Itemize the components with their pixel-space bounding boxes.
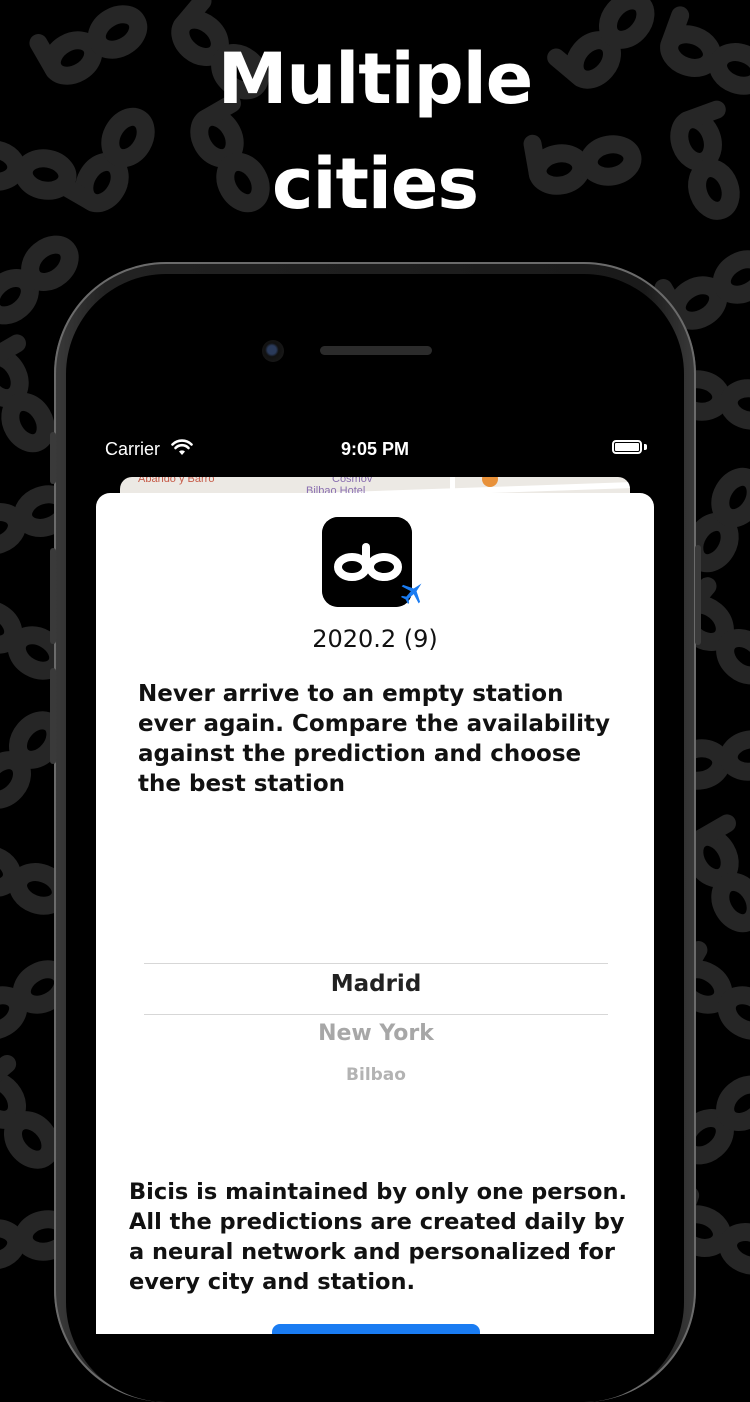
airplane-badge-icon (400, 583, 422, 605)
map-label: Abando y Barro (138, 477, 215, 485)
phone-screen: Carrier 9:05 PM Abando y Barro Cosmov Bi… (81, 430, 669, 1334)
about-sheet: 2020.2 (9) Never arrive to an empty stat… (96, 493, 654, 1334)
front-camera (262, 340, 284, 362)
mute-switch (50, 432, 56, 484)
primary-action-button[interactable] (272, 1324, 480, 1334)
headline-line-2: cities (271, 143, 479, 225)
picker-option[interactable]: New York (144, 1021, 608, 1046)
headline-line-1: Multiple (217, 38, 534, 120)
earpiece-speaker (320, 346, 432, 355)
picker-selection-top-line (144, 963, 608, 964)
city-picker[interactable]: Madrid New York Bilbao (144, 963, 608, 1123)
picker-option-selected[interactable]: Madrid (144, 971, 608, 997)
power-button (695, 545, 701, 645)
promo-description: Never arrive to an empty station ever ag… (138, 681, 611, 797)
status-time: 9:05 PM (340, 439, 410, 459)
status-bar: Carrier 9:05 PM (81, 430, 669, 466)
volume-up-button (50, 548, 56, 644)
app-version-label: 2020.2 (9) (312, 625, 438, 653)
maintainer-description: Bicis is maintained by only one person. … (129, 1179, 628, 1295)
picker-option[interactable]: Bilbao (144, 1065, 608, 1085)
map-label: Cosmov (332, 477, 373, 485)
map-poi-marker[interactable] (482, 477, 498, 487)
picker-selection-bottom-line (144, 1014, 608, 1015)
volume-down-button (50, 668, 56, 764)
battery-icon (612, 440, 642, 454)
battery-cap (644, 444, 647, 450)
